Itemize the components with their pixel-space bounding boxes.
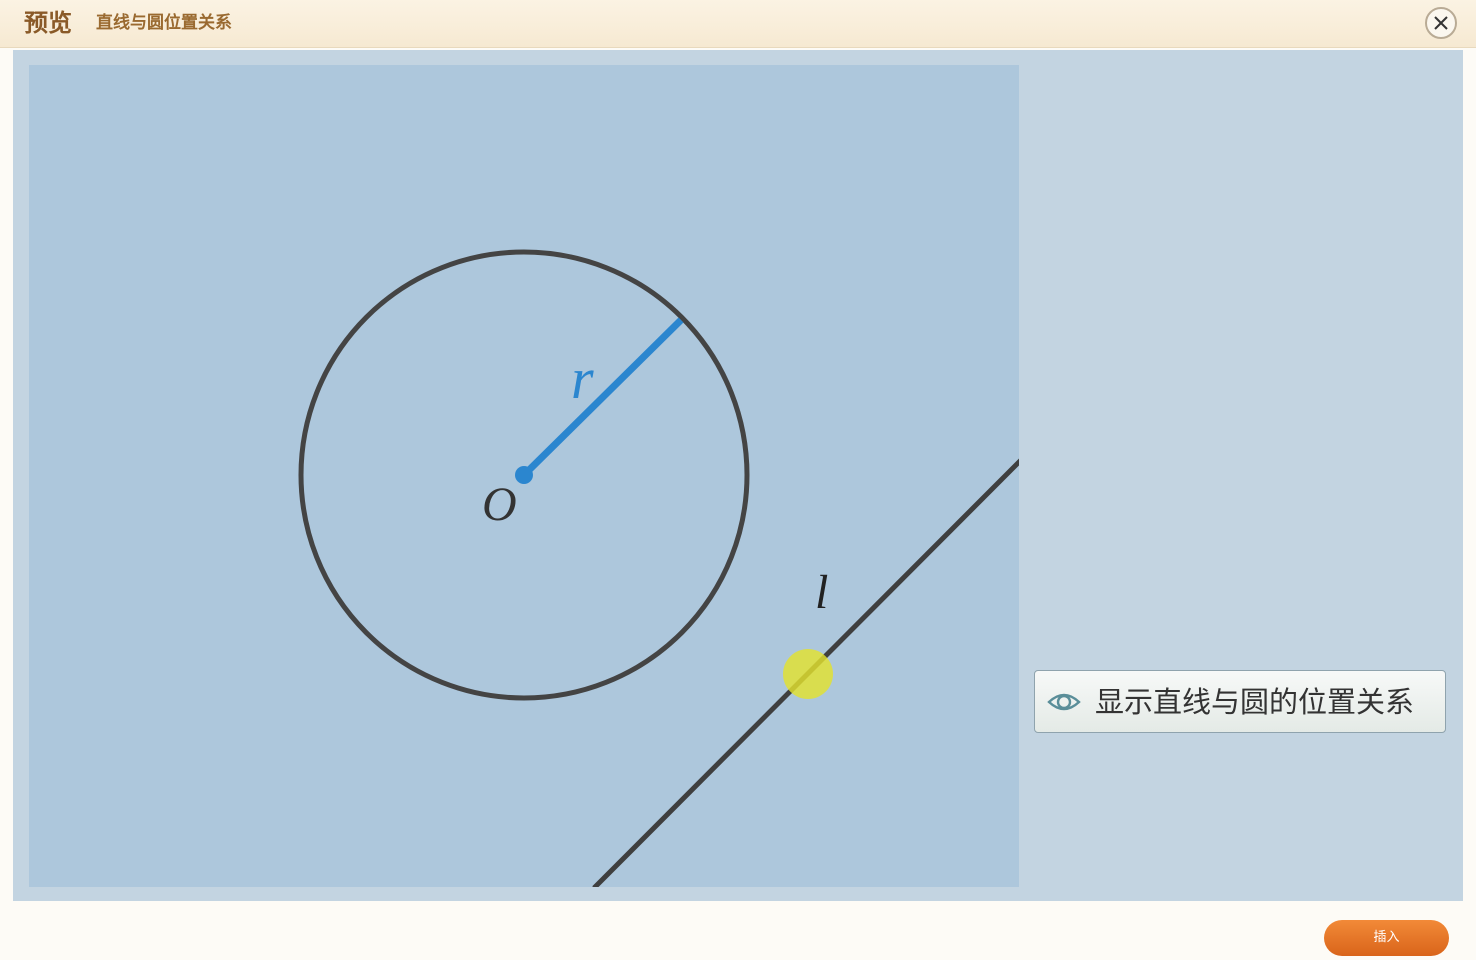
eye-icon [1047,693,1081,711]
close-icon [1434,16,1448,30]
radius-label: r [571,346,594,411]
center-point [515,466,533,484]
preview-stage: r O l 显示直线与圆的位置关系 [13,50,1463,901]
insert-button[interactable]: 插入 [1324,920,1449,956]
line-label: l [815,566,828,619]
close-button[interactable] [1425,7,1457,39]
center-label: O [482,478,517,531]
show-relation-button[interactable]: 显示直线与圆的位置关系 [1034,670,1446,733]
radius-segment [521,317,684,478]
title-bar: 预览 直线与圆位置关系 [0,0,1476,48]
show-relation-label: 显示直线与圆的位置关系 [1095,685,1415,719]
geometry-canvas: r O l [29,65,1019,887]
geometry-figure: r O l [298,249,1019,887]
drag-handle[interactable] [783,649,833,699]
window-title: 预览 [24,9,72,37]
page-subtitle: 直线与圆位置关系 [96,13,232,33]
